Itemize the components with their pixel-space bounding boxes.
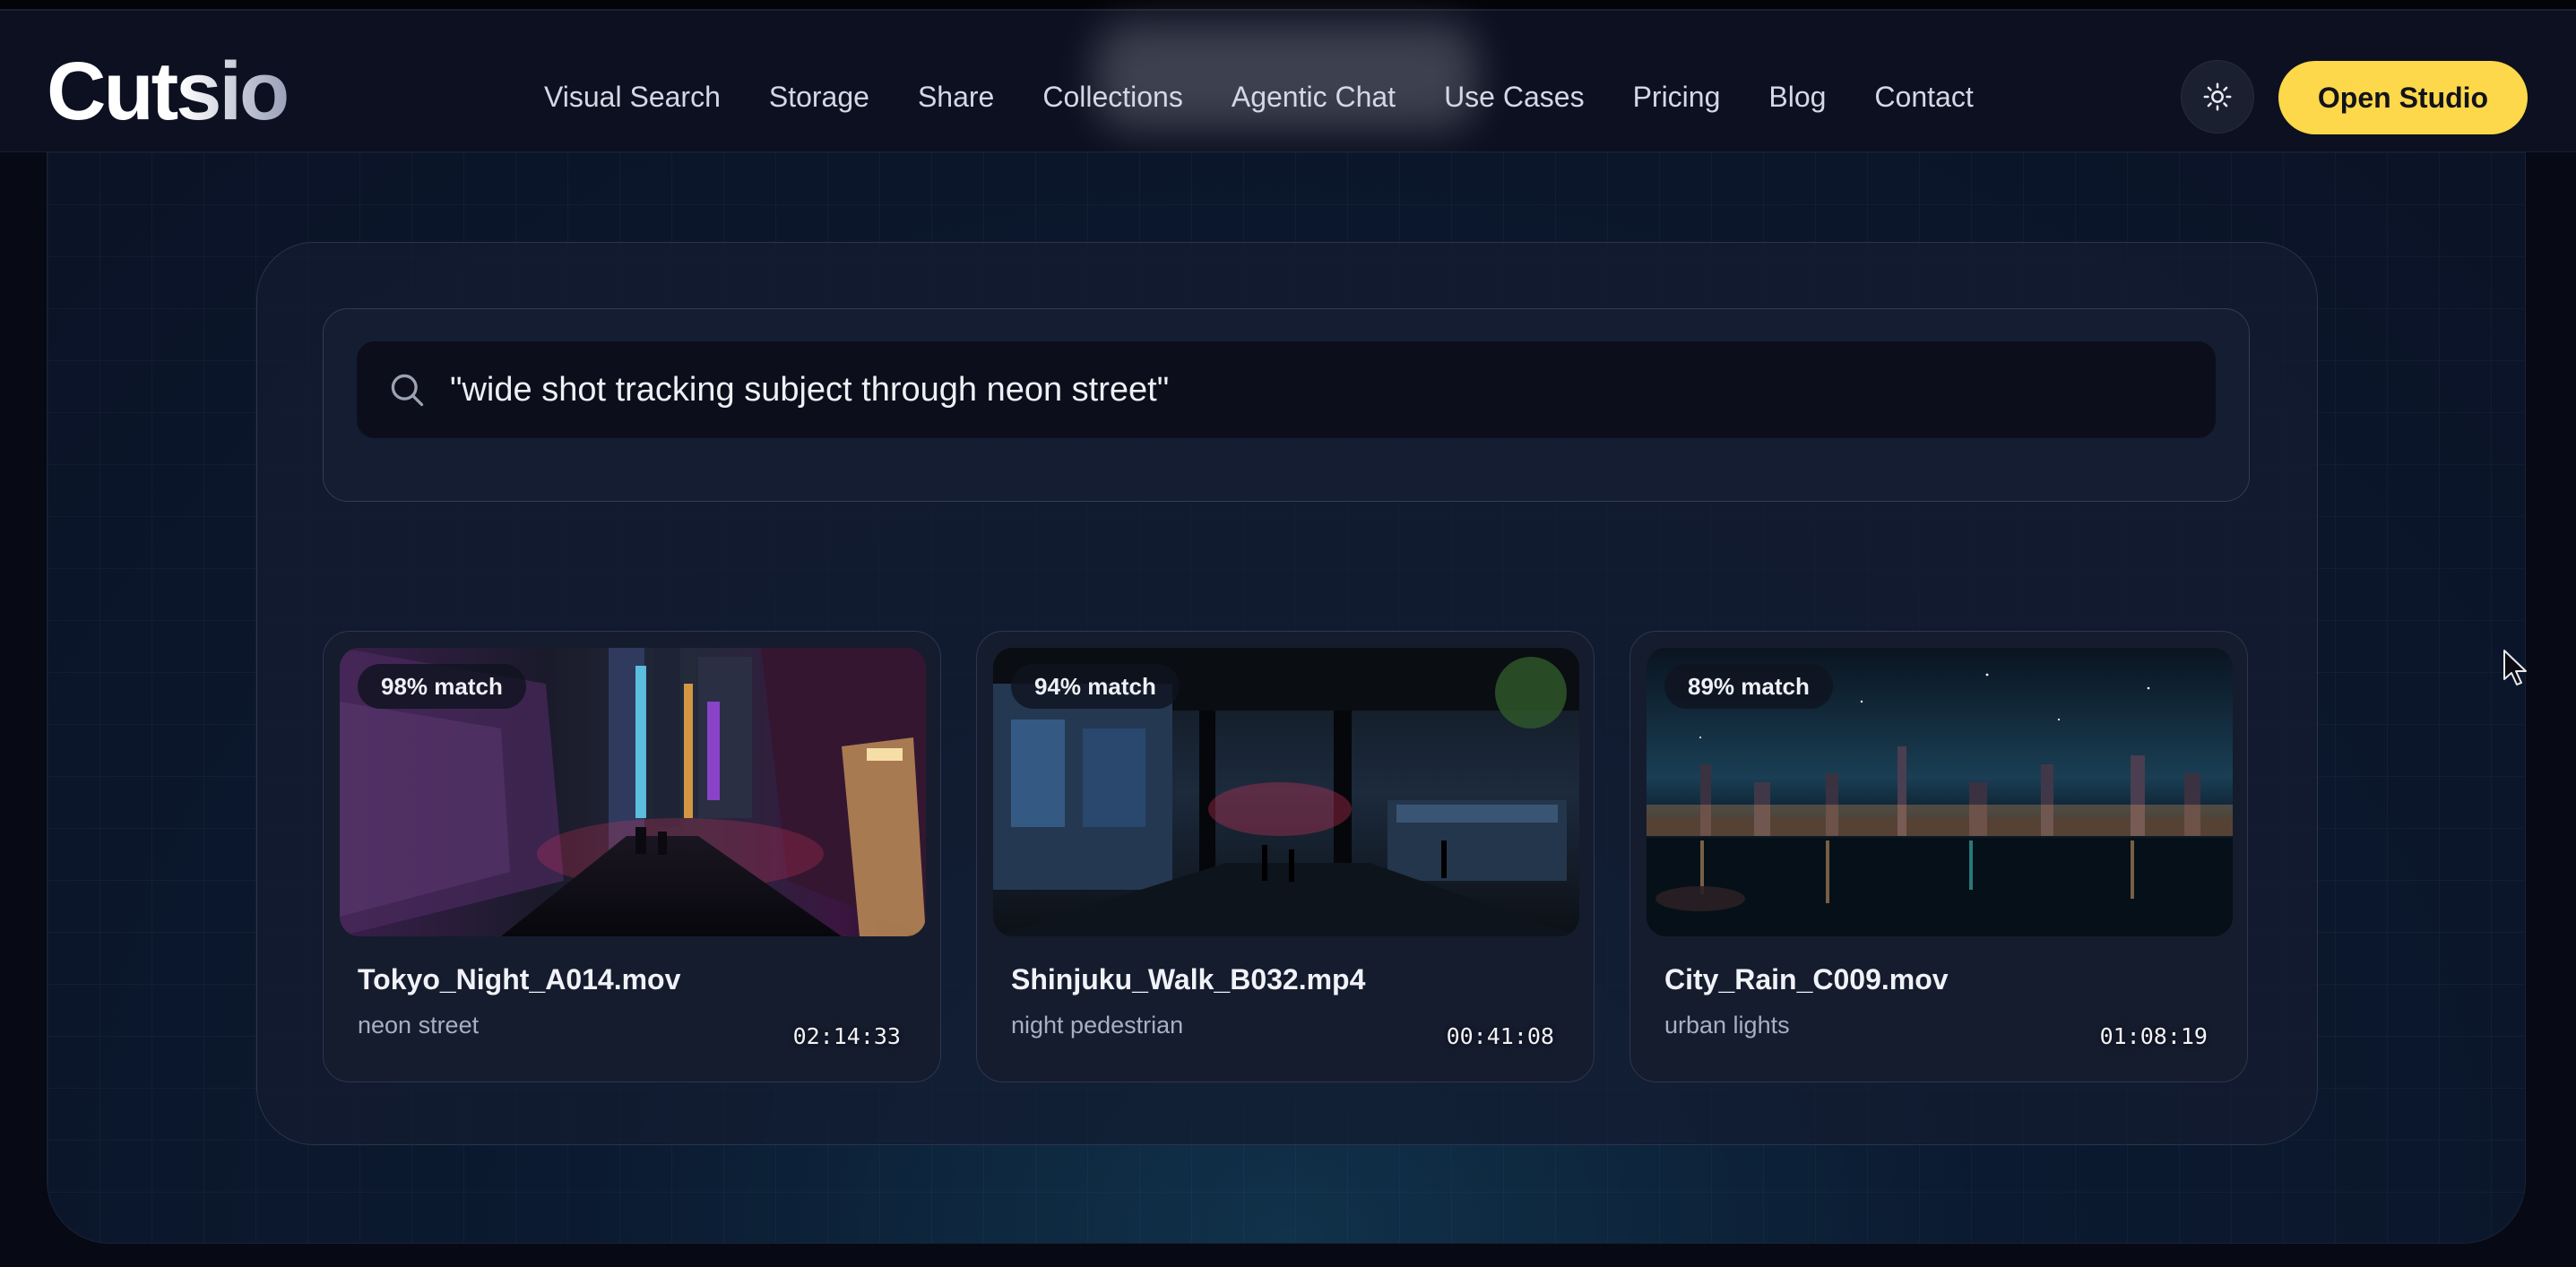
video-filename: Shinjuku_Walk_B032.mp4 (1011, 963, 1366, 996)
video-filename: City_Rain_C009.mov (1664, 963, 1949, 996)
video-duration: 01:08:19 (2099, 1023, 2208, 1049)
open-studio-button[interactable]: Open Studio (2278, 61, 2528, 134)
top-navigation-bar: Cutsio Visual Search Storage Share Colle… (0, 11, 2576, 152)
result-card[interactable]: 94% match 00:41:08 Shinjuku_Walk_B032.mp… (976, 631, 1595, 1082)
search-icon (387, 370, 427, 409)
window-top-edge (0, 0, 2576, 11)
video-filename: Tokyo_Night_A014.mov (358, 963, 681, 996)
result-card[interactable]: 98% match 02:14:33 Tokyo_Night_A014.mov … (323, 631, 941, 1082)
video-duration: 00:41:08 (1446, 1023, 1554, 1049)
logo[interactable]: Cutsio (47, 47, 290, 136)
nav-pricing[interactable]: Pricing (1609, 81, 1745, 114)
nav-storage[interactable]: Storage (745, 81, 894, 114)
video-tag: urban lights (1664, 1012, 1790, 1039)
match-score-badge: 98% match (358, 664, 526, 709)
mouse-cursor-icon (2503, 649, 2529, 693)
main-nav: Visual Search Storage Share Collections … (520, 65, 1998, 129)
nav-contact[interactable]: Contact (1850, 81, 1997, 114)
video-duration: 02:14:33 (792, 1023, 901, 1049)
nav-visual-search[interactable]: Visual Search (520, 81, 745, 114)
match-score-badge: 89% match (1664, 664, 1833, 709)
video-tag: neon street (358, 1012, 480, 1039)
search-input[interactable]: "wide shot tracking subject through neon… (357, 341, 2216, 438)
nav-use-cases[interactable]: Use Cases (1420, 81, 1609, 114)
result-card[interactable]: 89% match 01:08:19 City_Rain_C009.mov ur… (1629, 631, 2248, 1082)
nav-agentic-chat[interactable]: Agentic Chat (1207, 81, 1420, 114)
video-tag: night pedestrian (1011, 1012, 1184, 1039)
nav-share[interactable]: Share (894, 81, 1018, 114)
search-query-text: "wide shot tracking subject through neon… (450, 370, 1170, 409)
theme-toggle-button[interactable] (2181, 60, 2254, 134)
sun-icon (2203, 82, 2232, 111)
nav-blog[interactable]: Blog (1744, 81, 1850, 114)
match-score-badge: 94% match (1011, 664, 1180, 709)
nav-collections[interactable]: Collections (1018, 81, 1207, 114)
